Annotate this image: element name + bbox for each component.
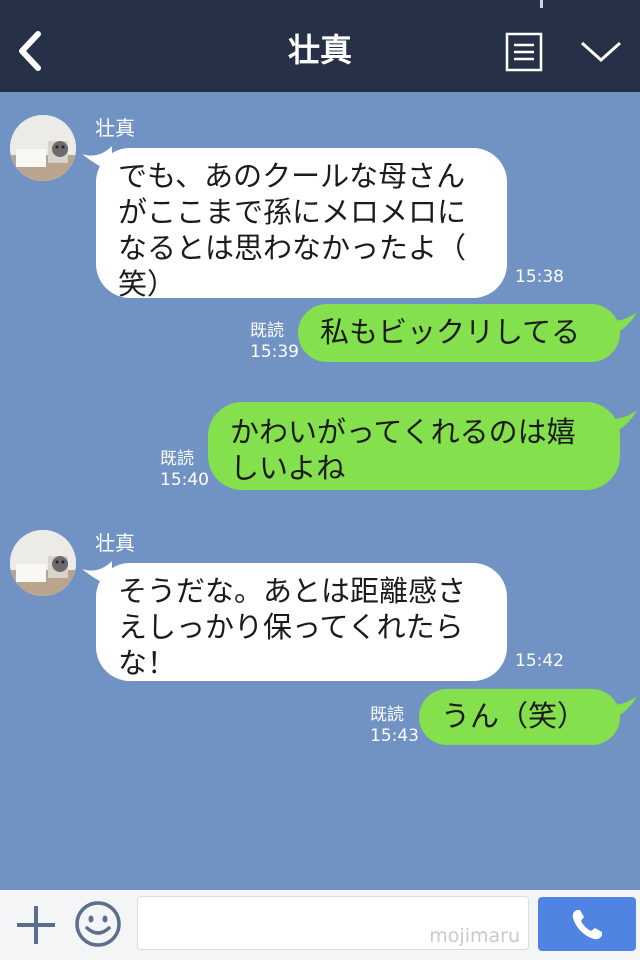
- avatar[interactable]: [10, 115, 76, 181]
- message-bubble-incoming[interactable]: でも、あのクールな母さん がここまで孫にメロメロに なるとは思わなかったよ（ 笑…: [96, 148, 507, 301]
- bubble-tail: [607, 696, 637, 720]
- message-input[interactable]: mojimaru: [137, 896, 529, 950]
- message-time: 15:40: [160, 470, 209, 490]
- sender-name: 壮真: [95, 116, 135, 140]
- message-bubble-incoming[interactable]: そうだな。あとは距離感さ えしっかり保ってくれたら な！: [96, 563, 507, 681]
- chat-header: 壮真: [0, 0, 640, 92]
- message-line: な！: [118, 646, 177, 680]
- plus-icon[interactable]: [14, 903, 58, 947]
- message-line: なるとは思わなかったよ（: [118, 231, 467, 265]
- smiley-icon[interactable]: [74, 900, 122, 948]
- message-line: かわいがってくれるのは嬉: [230, 415, 576, 449]
- message-bubble-outgoing[interactable]: うん（笑）: [419, 689, 620, 745]
- chat-title: 壮真: [287, 31, 352, 69]
- message-line: 私もビックリしてる: [320, 315, 581, 349]
- message-line: そうだな。あとは距離感さ: [118, 574, 467, 608]
- menu-list-icon[interactable]: [505, 32, 543, 72]
- message-line: 笑）: [118, 267, 177, 301]
- message-line: でも、あのクールな母さん: [118, 159, 466, 193]
- message-bubble-outgoing[interactable]: かわいがってくれるのは嬉 しいよね: [208, 402, 620, 490]
- bubble-tail: [607, 312, 637, 336]
- message-line: えしっかり保ってくれたら: [118, 610, 464, 644]
- read-status: 既読: [370, 705, 404, 725]
- watermark-text: mojimaru: [429, 925, 520, 947]
- read-status: 既読: [250, 321, 284, 341]
- message-line: がここまで孫にメロメロに: [118, 195, 467, 229]
- message-bubble-outgoing[interactable]: 私もビックリしてる: [298, 304, 620, 362]
- message-time: 15:38: [515, 267, 564, 287]
- message-time: 15:39: [250, 342, 299, 362]
- message-time: 15:42: [515, 651, 564, 671]
- phone-icon: [572, 910, 602, 940]
- chevron-down-icon[interactable]: [578, 36, 624, 66]
- call-button[interactable]: [538, 897, 636, 951]
- read-status: 既読: [160, 449, 194, 469]
- avatar[interactable]: [10, 530, 76, 596]
- message-line: うん（笑）: [441, 699, 587, 733]
- sender-name: 壮真: [95, 531, 135, 555]
- message-time: 15:43: [370, 726, 419, 746]
- bubble-tail: [607, 410, 637, 434]
- status-indicator: [540, 0, 543, 8]
- message-line: しいよね: [230, 451, 346, 485]
